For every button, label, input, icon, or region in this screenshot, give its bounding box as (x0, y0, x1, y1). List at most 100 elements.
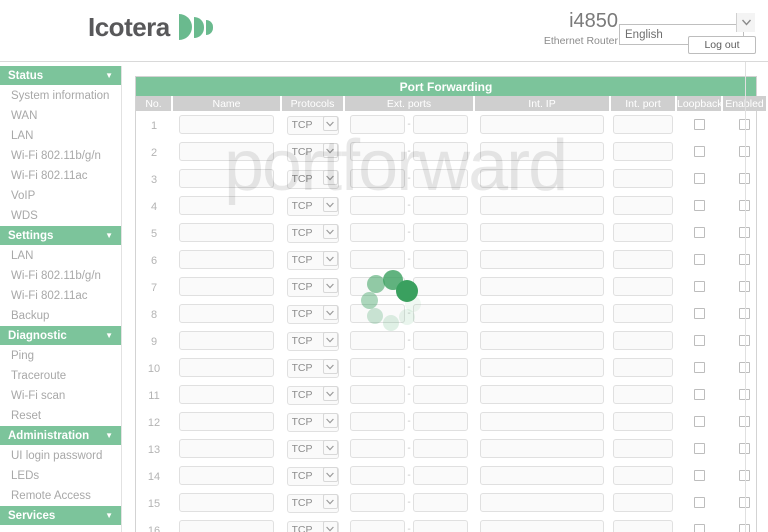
internal-ip-input[interactable] (480, 385, 604, 404)
ext-port-from-input[interactable] (350, 385, 405, 404)
sidebar-item-backup[interactable]: Backup (0, 306, 121, 326)
sidebar-item-wan[interactable]: WAN (0, 106, 121, 126)
internal-port-input[interactable] (613, 250, 673, 269)
ext-port-from-input[interactable] (350, 466, 405, 485)
loopback-checkbox[interactable] (693, 469, 705, 481)
sidebar-item-lan[interactable]: LAN (0, 246, 121, 266)
protocol-select[interactable]: TCP (286, 467, 339, 486)
internal-port-input[interactable] (613, 466, 673, 485)
enabled-checkbox[interactable] (738, 172, 750, 184)
protocol-select-wrap[interactable]: TCP (286, 304, 339, 324)
sidebar-item-wi-fi-802-11ac[interactable]: Wi-Fi 802.11ac (0, 166, 121, 186)
language-selector[interactable]: English (619, 12, 756, 45)
sidebar-group-settings[interactable]: Settings ▼ (0, 226, 121, 245)
protocol-select[interactable]: TCP (286, 170, 339, 189)
sidebar-item-lan[interactable]: LAN (0, 126, 121, 146)
enabled-checkbox[interactable] (738, 145, 750, 157)
sidebar-item-remote-access[interactable]: Remote Access (0, 486, 121, 506)
ext-port-to-input[interactable] (413, 331, 468, 350)
protocol-select-wrap[interactable]: TCP (286, 196, 339, 216)
ext-port-to-input[interactable] (413, 115, 468, 134)
protocol-select[interactable]: TCP (286, 413, 339, 432)
internal-port-input[interactable] (613, 142, 673, 161)
enabled-checkbox[interactable] (738, 496, 750, 508)
enabled-checkbox[interactable] (738, 523, 750, 532)
enabled-checkbox[interactable] (738, 361, 750, 373)
name-input[interactable] (179, 277, 274, 296)
ext-port-from-input[interactable] (350, 277, 405, 296)
brand-logo[interactable]: Icotera (88, 14, 213, 40)
internal-port-input[interactable] (613, 412, 673, 431)
ext-port-from-input[interactable] (350, 358, 405, 377)
sidebar-item-traceroute[interactable]: Traceroute (0, 366, 121, 386)
protocol-select-wrap[interactable]: TCP (286, 466, 339, 486)
internal-ip-input[interactable] (480, 115, 604, 134)
enabled-checkbox[interactable] (738, 280, 750, 292)
name-input[interactable] (179, 250, 274, 269)
protocol-select-wrap[interactable]: TCP (286, 520, 339, 532)
internal-port-input[interactable] (613, 520, 673, 532)
loopback-checkbox[interactable] (693, 280, 705, 292)
protocol-select[interactable]: TCP (286, 251, 339, 270)
ext-port-from-input[interactable] (350, 169, 405, 188)
ext-port-from-input[interactable] (350, 250, 405, 269)
enabled-checkbox[interactable] (738, 388, 750, 400)
sidebar-item-wi-fi-scan[interactable]: Wi-Fi scan (0, 386, 121, 406)
sidebar-item-wi-fi-802-11b-g-n[interactable]: Wi-Fi 802.11b/g/n (0, 146, 121, 166)
protocol-select-wrap[interactable]: TCP (286, 412, 339, 432)
sidebar-group-diagnostic[interactable]: Diagnostic ▼ (0, 326, 121, 345)
enabled-checkbox[interactable] (738, 253, 750, 265)
ext-port-from-input[interactable] (350, 196, 405, 215)
sidebar-group-status[interactable]: Status ▼ (0, 66, 121, 85)
protocol-select-wrap[interactable]: TCP (286, 142, 339, 162)
enabled-checkbox[interactable] (738, 415, 750, 427)
internal-ip-input[interactable] (480, 304, 604, 323)
internal-ip-input[interactable] (480, 358, 604, 377)
protocol-select-wrap[interactable]: TCP (286, 385, 339, 405)
ext-port-to-input[interactable] (413, 358, 468, 377)
loopback-checkbox[interactable] (693, 496, 705, 508)
loopback-checkbox[interactable] (693, 199, 705, 211)
name-input[interactable] (179, 196, 274, 215)
sidebar-item-voip[interactable]: VoIP (0, 186, 121, 206)
name-input[interactable] (179, 412, 274, 431)
protocol-select[interactable]: TCP (286, 521, 339, 532)
name-input[interactable] (179, 358, 274, 377)
name-input[interactable] (179, 493, 274, 512)
internal-ip-input[interactable] (480, 169, 604, 188)
internal-ip-input[interactable] (480, 223, 604, 242)
ext-port-from-input[interactable] (350, 142, 405, 161)
ext-port-from-input[interactable] (350, 115, 405, 134)
ext-port-to-input[interactable] (413, 439, 468, 458)
protocol-select[interactable]: TCP (286, 116, 339, 135)
protocol-select-wrap[interactable]: TCP (286, 331, 339, 351)
name-input[interactable] (179, 304, 274, 323)
protocol-select-wrap[interactable]: TCP (286, 277, 339, 297)
ext-port-from-input[interactable] (350, 439, 405, 458)
enabled-checkbox[interactable] (738, 307, 750, 319)
ext-port-to-input[interactable] (413, 223, 468, 242)
internal-ip-input[interactable] (480, 277, 604, 296)
protocol-select[interactable]: TCP (286, 440, 339, 459)
internal-ip-input[interactable] (480, 466, 604, 485)
ext-port-to-input[interactable] (413, 520, 468, 532)
sidebar-item-leds[interactable]: LEDs (0, 466, 121, 486)
protocol-select-wrap[interactable]: TCP (286, 493, 339, 513)
ext-port-from-input[interactable] (350, 304, 405, 323)
protocol-select[interactable]: TCP (286, 143, 339, 162)
name-input[interactable] (179, 331, 274, 350)
sidebar-group-services[interactable]: Services ▼ (0, 506, 121, 525)
ext-port-to-input[interactable] (413, 385, 468, 404)
protocol-select[interactable]: TCP (286, 224, 339, 243)
internal-ip-input[interactable] (480, 196, 604, 215)
protocol-select[interactable]: TCP (286, 359, 339, 378)
loopback-checkbox[interactable] (693, 388, 705, 400)
internal-port-input[interactable] (613, 358, 673, 377)
internal-port-input[interactable] (613, 493, 673, 512)
sidebar-item-wi-fi-802-11ac[interactable]: Wi-Fi 802.11ac (0, 286, 121, 306)
sidebar-item-wds[interactable]: WDS (0, 206, 121, 226)
ext-port-to-input[interactable] (413, 169, 468, 188)
internal-port-input[interactable] (613, 304, 673, 323)
name-input[interactable] (179, 169, 274, 188)
protocol-select[interactable]: TCP (286, 197, 339, 216)
